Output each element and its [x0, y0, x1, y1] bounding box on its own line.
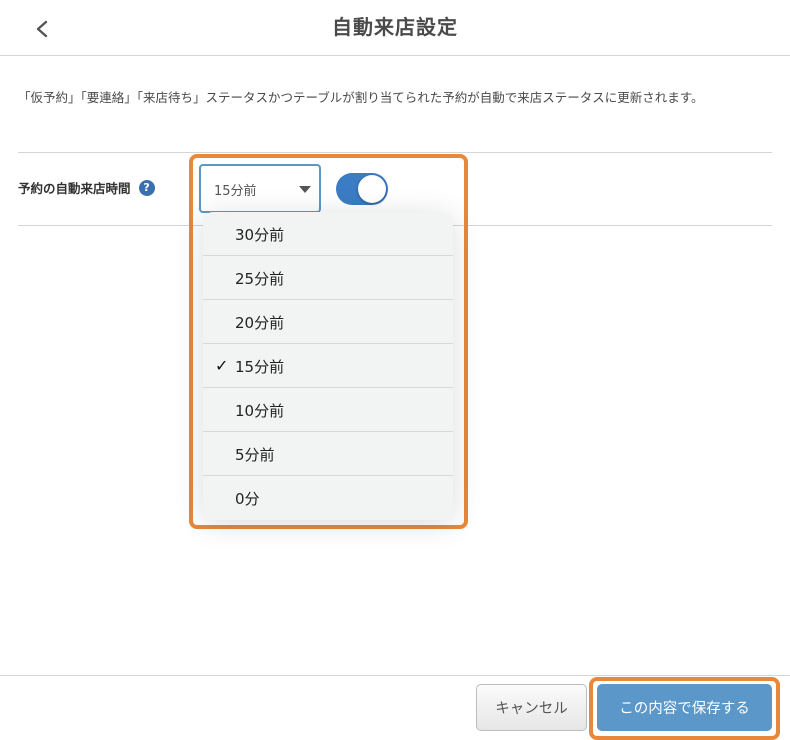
dropdown-option[interactable]: 5分前: [203, 432, 453, 476]
divider: [18, 152, 772, 153]
dropdown-option[interactable]: 20分前: [203, 300, 453, 344]
dropdown-option[interactable]: 10分前: [203, 388, 453, 432]
dropdown-option[interactable]: ✓ 15分前: [203, 344, 453, 388]
select-value: 15分前: [214, 184, 257, 199]
dropdown-option-label: 0分: [235, 490, 260, 508]
dropdown-option[interactable]: 0分: [203, 476, 453, 520]
dropdown-option-label: 10分前: [235, 402, 285, 420]
help-icon[interactable]: ?: [138, 179, 155, 196]
dropdown-option[interactable]: 25分前: [203, 256, 453, 300]
page-title: 自動来店設定: [332, 15, 458, 39]
arrival-time-dropdown: 30分前 25分前 20分前 ✓ 15分前 10分前 5分前 0分: [203, 212, 453, 520]
caret-down-icon: [299, 186, 311, 193]
header-bar: 自動来店設定: [0, 0, 790, 56]
checkmark-icon: ✓: [215, 356, 229, 375]
auto-arrival-toggle[interactable]: [336, 173, 388, 205]
footer-divider: [0, 675, 790, 676]
dropdown-option-label: 20分前: [235, 314, 285, 332]
arrival-time-select[interactable]: 15分前: [199, 164, 321, 213]
cancel-button[interactable]: キャンセル: [476, 684, 587, 731]
dropdown-option-label: 25分前: [235, 270, 285, 288]
save-button[interactable]: この内容で保存する: [597, 684, 772, 731]
dropdown-option-label: 30分前: [235, 226, 285, 244]
dropdown-option-label: 5分前: [235, 446, 275, 464]
setting-label-text: 予約の自動来店時間: [18, 181, 131, 196]
dropdown-option[interactable]: 30分前: [203, 212, 453, 256]
toggle-knob: [358, 175, 386, 203]
dropdown-option-label: 15分前: [235, 358, 285, 376]
auto-arrival-time-label: 予約の自動来店時間 ?: [18, 178, 155, 197]
description-text: 「仮予約」「要連絡」「来店待ち」ステータスかつテーブルが割り当てられた予約が自動…: [18, 90, 704, 105]
